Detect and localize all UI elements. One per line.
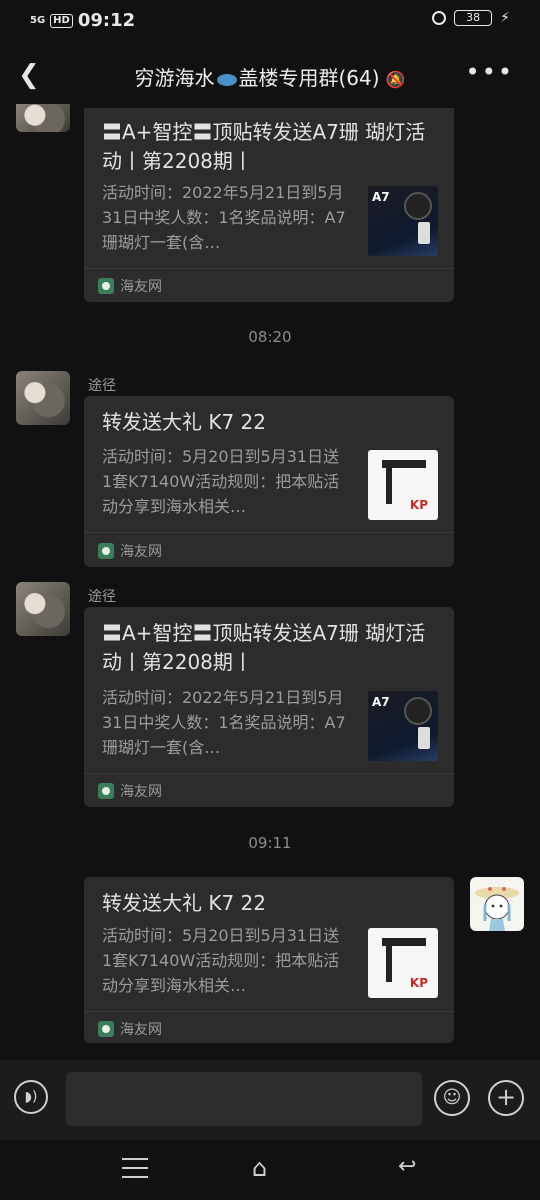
sender-name: 途径 <box>88 378 116 394</box>
timestamp: 09:11 <box>248 834 292 852</box>
alarm-icon <box>432 11 447 25</box>
link-card[interactable]: 〓A+智控〓顶贴转发送A7珊 瑚灯活动丨第2208期丨 活动时间：2022年5月… <box>84 607 454 807</box>
card-thumbnail: A7 <box>368 691 438 761</box>
back-icon[interactable]: ↩ <box>398 1154 416 1179</box>
menu-icon[interactable] <box>122 1158 148 1178</box>
link-card[interactable]: 转发送大礼 K7 22 活动时间：5月20日到5月31日送1套K7140W活动规… <box>84 396 454 567</box>
link-card[interactable]: 转发送大礼 K7 22 活动时间：5月20日到5月31日送1套K7140W活动规… <box>84 877 454 1043</box>
plus-icon[interactable]: + <box>488 1080 524 1116</box>
voice-icon[interactable]: ◗) <box>14 1080 48 1114</box>
app-logo-icon <box>98 543 114 559</box>
card-source: 海友网 <box>98 276 162 296</box>
card-thumbnail: A7 <box>368 186 438 256</box>
avatar[interactable] <box>16 104 70 132</box>
charging-icon: ⚡ <box>500 10 510 26</box>
home-icon[interactable]: ⌂ <box>252 1154 267 1182</box>
system-nav-bar: ⌂ ↩ <box>0 1140 540 1200</box>
card-description: 活动时间：5月20日到5月31日送1套K7140W活动规则：把本贴活动分享到海水… <box>102 447 340 516</box>
clock: 09:12 <box>77 10 136 31</box>
chat-header: ❮ 穷游海水 盖楼专用群(64) 🔕 ••• <box>0 44 540 108</box>
card-title: 〓A+智控〓顶贴转发送A7珊 瑚灯活动丨第2208期丨 <box>102 120 426 173</box>
sender-name: 途径 <box>88 589 116 605</box>
card-description: 活动时间：2022年5月21日到5月31日中奖人数：1名奖品说明：A7珊瑚灯一套… <box>102 688 346 757</box>
card-description: 活动时间：5月20日到5月31日送1套K7140W活动规则：把本贴活动分享到海水… <box>102 926 340 995</box>
avatar[interactable] <box>16 371 70 425</box>
app-logo-icon <box>98 783 114 799</box>
card-source: 海友网 <box>98 781 162 801</box>
card-source: 海友网 <box>98 1019 162 1039</box>
status-bar: 5G HD 09:12 38 ⚡ <box>0 0 540 40</box>
signal-indicator: 5G <box>30 14 46 26</box>
hd-indicator: HD <box>50 13 73 28</box>
message-input[interactable] <box>66 1072 422 1126</box>
more-icon[interactable]: ••• <box>466 58 514 86</box>
avatar[interactable] <box>470 877 524 931</box>
card-source: 海友网 <box>98 541 162 561</box>
card-title: 转发送大礼 K7 22 <box>102 410 267 434</box>
emoji-icon[interactable]: ☺ <box>434 1080 470 1116</box>
link-card[interactable]: 〓A+智控〓顶贴转发送A7珊 瑚灯活动丨第2208期丨 活动时间：2022年5月… <box>84 108 454 302</box>
card-description: 活动时间：2022年5月21日到5月31日中奖人数：1名奖品说明：A7珊瑚灯一套… <box>102 183 346 252</box>
app-logo-icon <box>98 278 114 294</box>
input-bar: ◗) ☺ + <box>0 1060 540 1140</box>
card-title: 〓A+智控〓顶贴转发送A7珊 瑚灯活动丨第2208期丨 <box>102 621 426 674</box>
chat-title: 穷游海水 盖楼专用群(64) 🔕 <box>134 66 406 90</box>
bell-off-icon: 🔕 <box>385 70 406 89</box>
card-thumbnail: KP <box>368 928 438 998</box>
card-thumbnail: KP <box>368 450 438 520</box>
avatar[interactable] <box>16 582 70 636</box>
app-logo-icon <box>98 1021 114 1037</box>
fish-emoji-icon <box>216 73 237 86</box>
timestamp: 08:20 <box>248 328 292 346</box>
card-title: 转发送大礼 K7 22 <box>102 891 267 915</box>
avatar-illustration <box>475 887 519 931</box>
battery-indicator: 38 <box>454 10 493 26</box>
